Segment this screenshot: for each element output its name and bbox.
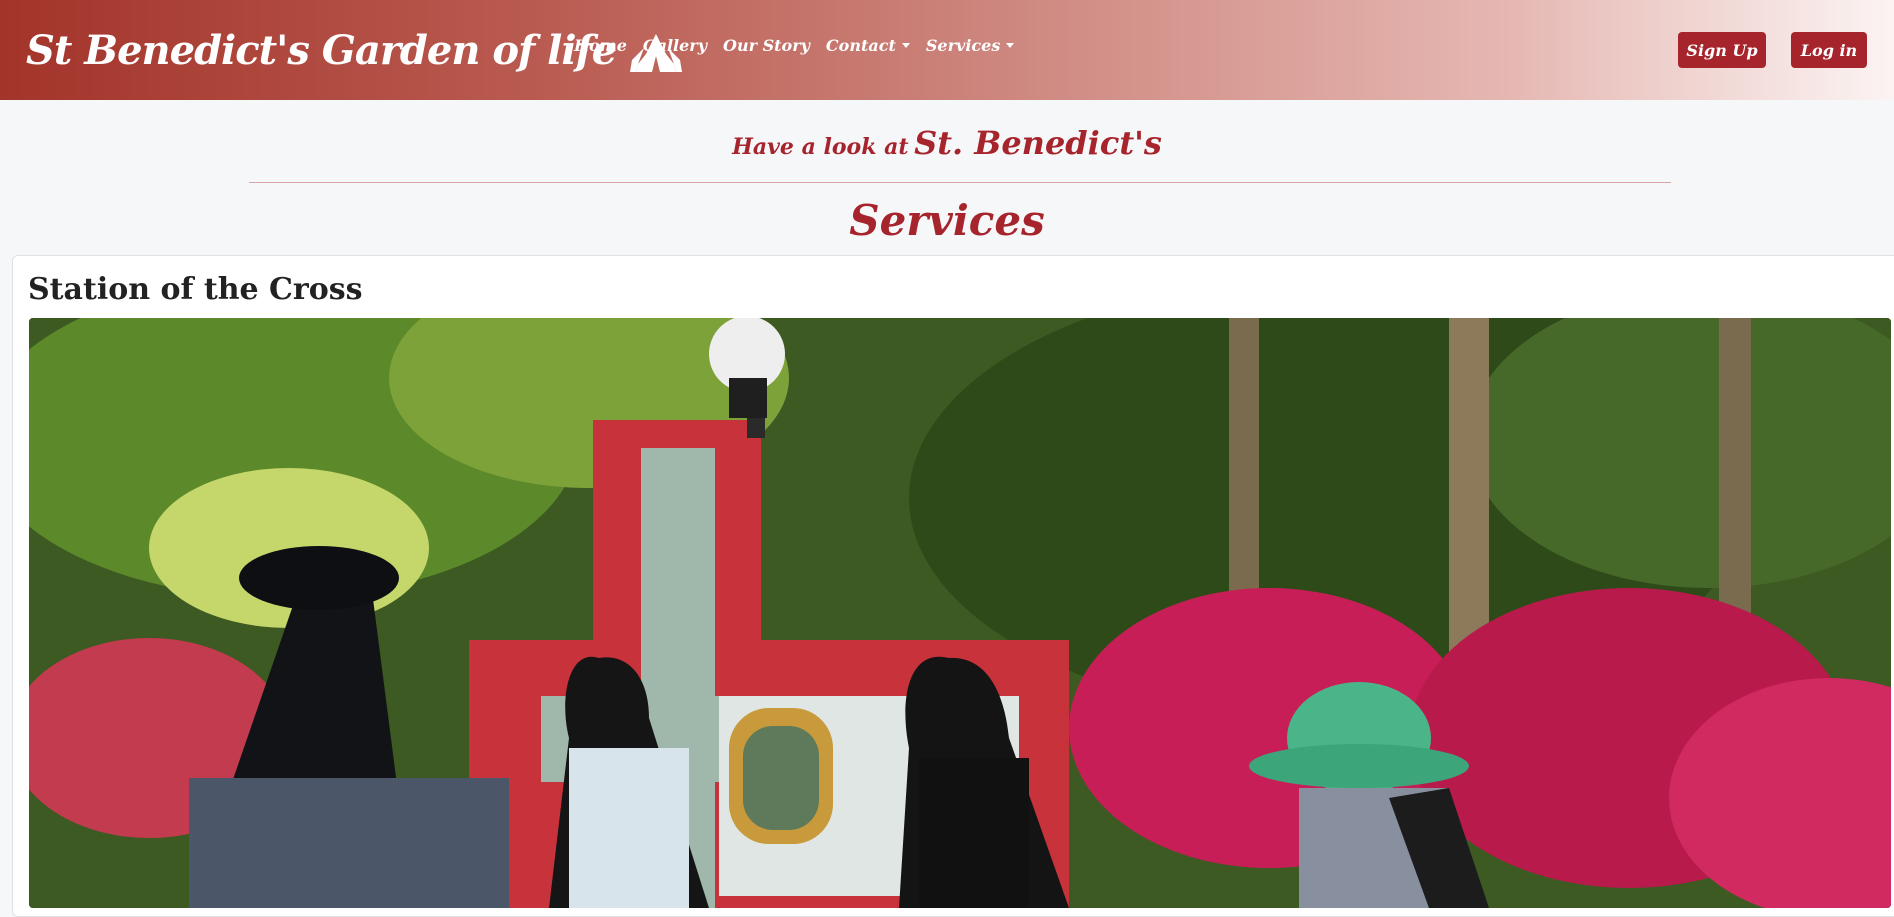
nav-home[interactable]: Home [574,36,627,55]
intro-heading-small: Have a look at [732,134,909,160]
intro-heading-big: St. Benedict's [914,124,1162,162]
sign-up-button[interactable]: Sign Up [1678,32,1766,68]
nav-links: Home Gallery Our Story Contact Services [574,36,1015,55]
nav-contact-label: Contact [825,36,896,55]
nav-services-label: Services [925,36,1001,55]
station-of-the-cross-photo [29,318,1891,908]
brand-name: St Benedict's Garden of life [26,26,617,74]
nav-our-story-label: Our Story [723,36,810,55]
chevron-down-icon [1006,43,1015,48]
intro-heading: Have a look at St. Benedict's [0,124,1894,162]
log-in-button[interactable]: Log in [1791,32,1867,68]
top-navbar: St Benedict's Garden of life Home Galler… [0,0,1894,100]
nav-gallery-label: Gallery [642,36,707,55]
nav-gallery[interactable]: Gallery [643,36,707,55]
nav-our-story[interactable]: Our Story [723,36,810,55]
chevron-down-icon [901,43,910,48]
page-title: Services [849,196,1045,245]
nav-contact-dropdown[interactable]: Contact [826,36,910,55]
divider [249,182,1671,183]
card-title: Station of the Cross [28,272,363,307]
nav-home-label: Home [574,36,627,55]
nav-services-dropdown[interactable]: Services [925,36,1015,55]
